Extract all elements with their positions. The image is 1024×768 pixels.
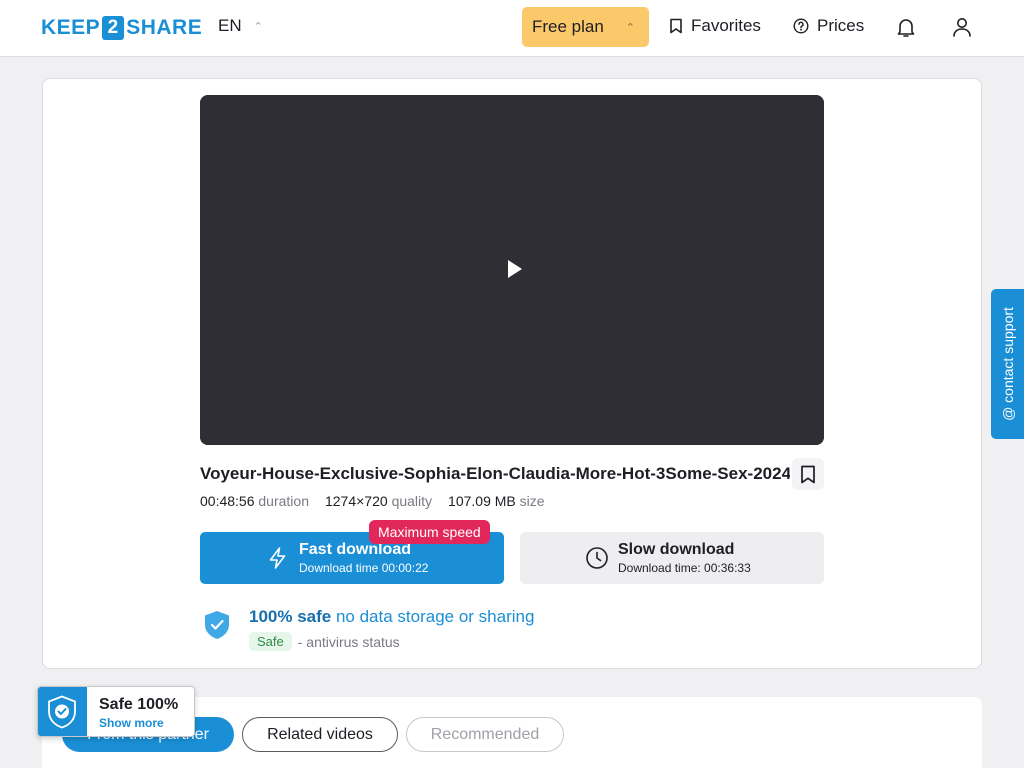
quality-label: quality	[391, 493, 433, 509]
safety-rest: no data storage or sharing	[335, 607, 535, 626]
shield-check-icon	[205, 611, 229, 639]
slow-download-button[interactable]: Slow download Download time: 00:36:33	[520, 532, 824, 584]
bookmark-icon	[801, 465, 815, 483]
size-label: size	[519, 493, 545, 509]
duration-value: 00:48:56	[200, 493, 255, 509]
logo-text-mid: 2	[102, 16, 125, 40]
help-circle-icon	[793, 18, 809, 34]
safe-badge-title: Safe 100%	[99, 696, 179, 713]
favorites-label: Favorites	[691, 16, 761, 35]
contact-support-label: @ contact support	[999, 307, 1016, 421]
antivirus-status: Safe - antivirus status	[249, 632, 400, 651]
plan-dropdown[interactable]: Free plan ⌃	[522, 7, 649, 47]
fast-download-time: Download time 00:00:22	[299, 561, 429, 575]
bell-icon[interactable]	[894, 15, 918, 39]
language-selector[interactable]: EN ⌃	[218, 16, 263, 36]
meta-size: 107.09 MB size	[448, 493, 545, 509]
safe-badge-icon-bg	[38, 687, 87, 736]
clock-icon	[586, 547, 608, 569]
favorites-link[interactable]: Favorites	[669, 16, 761, 36]
prices-link[interactable]: Prices	[793, 16, 864, 36]
language-label: EN	[218, 16, 242, 35]
user-icon[interactable]	[950, 15, 974, 39]
top-header: KEEP 2 SHARE EN ⌃ Free plan ⌃ Favorites …	[0, 0, 1024, 57]
chevron-up-icon: ⌃	[625, 21, 635, 34]
safe-tag: Safe	[249, 632, 292, 651]
slow-download-label: Slow download	[618, 541, 735, 558]
prices-label: Prices	[817, 16, 865, 35]
duration-label: duration	[258, 493, 309, 509]
file-title: Voyeur-House-Exclusive-Sophia-Elon-Claud…	[200, 464, 790, 483]
logo-text-left: KEEP	[41, 16, 101, 39]
shield-check-icon	[48, 695, 76, 729]
bookmark-icon	[670, 18, 682, 34]
plan-label: Free plan	[532, 17, 604, 36]
lightning-icon	[269, 547, 286, 569]
add-favorite-button[interactable]	[792, 458, 824, 490]
tab-related-videos[interactable]: Related videos	[242, 717, 398, 752]
chevron-up-icon: ⌃	[253, 20, 263, 33]
logo-text-right: SHARE	[126, 16, 203, 39]
size-value: 107.09 MB	[448, 493, 516, 509]
site-logo[interactable]: KEEP 2 SHARE	[41, 16, 202, 40]
tab-recommended[interactable]: Recommended	[406, 717, 564, 752]
file-meta: 00:48:56 duration 1274×720 quality 107.0…	[200, 493, 545, 509]
quality-value: 1274×720	[324, 493, 388, 509]
slow-download-time: Download time: 00:36:33	[618, 561, 751, 575]
safety-statement: 100% safe no data storage or sharing	[249, 607, 534, 627]
safe-badge-widget[interactable]: Safe 100% Show more	[37, 686, 195, 737]
meta-quality: 1274×720 quality	[325, 493, 432, 509]
contact-support-tab[interactable]: @ contact support	[991, 289, 1024, 439]
max-speed-badge: Maximum speed	[369, 520, 490, 544]
show-more-link[interactable]: Show more	[99, 716, 164, 730]
play-icon[interactable]	[503, 258, 525, 280]
antivirus-status-label: - antivirus status	[297, 633, 400, 650]
safety-strong: 100% safe	[249, 607, 332, 626]
meta-duration: 00:48:56 duration	[200, 493, 309, 509]
